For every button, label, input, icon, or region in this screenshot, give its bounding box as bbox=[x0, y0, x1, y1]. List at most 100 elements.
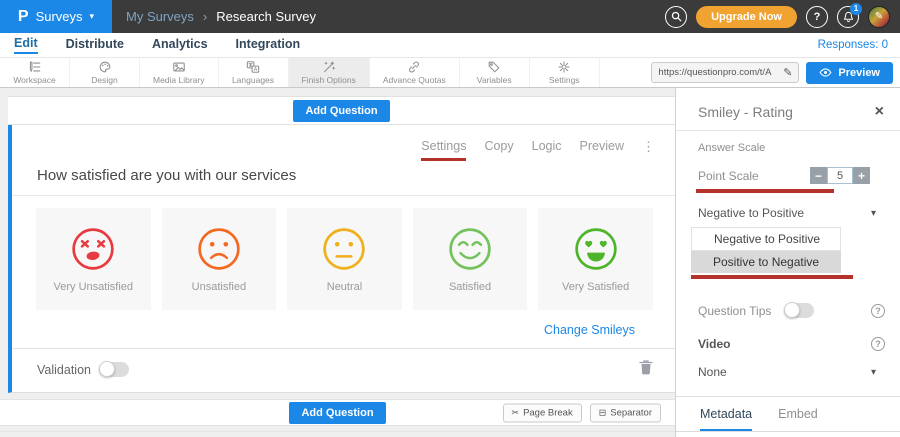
decrement-button[interactable]: − bbox=[810, 167, 827, 184]
question-tips-label: Question Tips bbox=[698, 304, 784, 318]
search-button[interactable] bbox=[665, 6, 687, 28]
add-question-strip-top: Add Question bbox=[8, 96, 675, 125]
page-break-button[interactable]: ✂ Page Break bbox=[503, 403, 582, 422]
question-more-menu-icon[interactable]: ⋮ bbox=[642, 139, 655, 155]
answer-scale-label: Answer Scale bbox=[698, 142, 878, 154]
question-card: Settings Copy Logic Preview ⋮ How satisf… bbox=[8, 125, 675, 393]
close-panel-icon[interactable]: × bbox=[875, 104, 884, 120]
question-tips-help-icon[interactable]: ? bbox=[871, 304, 885, 318]
add-question-button-bottom[interactable]: Add Question bbox=[289, 402, 385, 424]
question-settings-panel: Smiley - Rating × Answer Scale Point Sca… bbox=[675, 88, 900, 437]
add-question-strip-bottom: Add Question ✂ Page Break ⊟ Separator bbox=[0, 399, 675, 426]
breadcrumb-my-surveys[interactable]: My Surveys bbox=[126, 9, 194, 24]
smiley-option-very-unsatisfied[interactable]: Very Unsatisfied bbox=[36, 208, 151, 310]
validation-label: Validation bbox=[37, 363, 91, 377]
love-smiley-icon bbox=[573, 226, 619, 272]
survey-nav: Edit Distribute Analytics Integration Re… bbox=[0, 33, 900, 58]
smiley-option-very-satisfied[interactable]: Very Satisfied bbox=[538, 208, 653, 310]
smiley-option-satisfied[interactable]: Satisfied bbox=[413, 208, 528, 310]
smiley-scale: Very Unsatisfied Unsatisfied bbox=[36, 208, 653, 310]
video-select[interactable]: None ▾ bbox=[698, 365, 876, 379]
survey-editor-canvas: Add Question Settings Copy Logic Preview… bbox=[0, 88, 675, 437]
panel-title: Smiley - Rating bbox=[698, 104, 793, 120]
toolbar-advance-quotas[interactable]: Advance Quotas bbox=[370, 58, 460, 87]
translate-icon: A bbox=[246, 60, 260, 74]
breadcrumb-current-survey: Research Survey bbox=[216, 9, 316, 24]
delete-question-button[interactable] bbox=[639, 359, 653, 380]
direction-select-value: Negative to Positive bbox=[698, 206, 804, 220]
nav-tab-distribute[interactable]: Distribute bbox=[66, 37, 124, 53]
increment-button[interactable]: + bbox=[853, 167, 870, 184]
breadcrumb: My Surveys › Research Survey bbox=[126, 9, 316, 24]
question-tips-toggle[interactable] bbox=[784, 303, 814, 318]
question-tips-row: Question Tips ? bbox=[698, 303, 885, 318]
video-select-value: None bbox=[698, 365, 727, 379]
question-tab-preview[interactable]: Preview bbox=[580, 139, 624, 158]
magic-wand-icon bbox=[322, 60, 336, 74]
validation-row: Validation bbox=[12, 348, 675, 392]
nav-tab-analytics[interactable]: Analytics bbox=[152, 37, 208, 53]
smiley-option-neutral[interactable]: Neutral bbox=[287, 208, 402, 310]
survey-url-input[interactable] bbox=[658, 67, 779, 78]
validation-toggle[interactable] bbox=[99, 362, 129, 377]
question-tab-settings[interactable]: Settings bbox=[421, 139, 466, 161]
tag-icon bbox=[487, 60, 501, 74]
chevron-down-icon: ▾ bbox=[871, 208, 876, 219]
video-label: Video bbox=[698, 337, 730, 351]
page-break-icon: ✂ bbox=[512, 407, 520, 418]
chevron-down-icon: ▾ bbox=[871, 367, 876, 378]
surveys-product-menu[interactable]: P Surveys ▾ bbox=[0, 0, 112, 33]
sad-smiley-icon bbox=[196, 226, 242, 272]
upgrade-now-button[interactable]: Upgrade Now bbox=[696, 6, 797, 28]
toolbar-workspace[interactable]: Workspace bbox=[0, 58, 70, 87]
annotation-underline bbox=[691, 275, 853, 279]
toolbar-languages[interactable]: A Languages bbox=[219, 58, 289, 87]
chevron-down-icon: ▾ bbox=[90, 11, 95, 22]
chain-link-icon bbox=[407, 60, 421, 74]
question-tab-logic[interactable]: Logic bbox=[532, 139, 562, 158]
separator-icon: ⊟ bbox=[599, 407, 607, 418]
smiley-option-unsatisfied[interactable]: Unsatisfied bbox=[162, 208, 277, 310]
toolbar-media-library[interactable]: Media Library bbox=[140, 58, 219, 87]
direction-select[interactable]: Negative to Positive ▾ bbox=[698, 206, 876, 220]
direction-dropdown: Negative to Positive Positive to Negativ… bbox=[691, 227, 841, 273]
question-title[interactable]: How satisfied are you with our services bbox=[37, 167, 675, 184]
image-icon bbox=[172, 60, 186, 74]
workspace-icon bbox=[28, 60, 42, 74]
panel-tab-metadata[interactable]: Metadata bbox=[700, 407, 752, 431]
svg-text:A: A bbox=[254, 67, 258, 73]
change-smileys-link[interactable]: Change Smileys bbox=[544, 323, 635, 337]
help-button[interactable]: ? bbox=[806, 6, 828, 28]
responses-count[interactable]: Responses: 0 bbox=[818, 39, 888, 51]
user-avatar[interactable]: ✎ bbox=[868, 6, 890, 28]
dropdown-option-negative-to-positive[interactable]: Negative to Positive bbox=[691, 227, 841, 251]
toolbar-settings[interactable]: Settings bbox=[530, 58, 600, 87]
separator-button[interactable]: ⊟ Separator bbox=[590, 403, 661, 422]
panel-tab-embed[interactable]: Embed bbox=[778, 407, 818, 431]
top-bar: P Surveys ▾ My Surveys › Research Survey… bbox=[0, 0, 900, 33]
toolbar-finish-options[interactable]: Finish Options bbox=[289, 58, 370, 87]
palette-icon bbox=[98, 60, 112, 74]
add-question-button-top[interactable]: Add Question bbox=[293, 100, 389, 122]
eye-icon bbox=[819, 68, 832, 77]
search-icon bbox=[671, 11, 682, 22]
question-tab-copy[interactable]: Copy bbox=[484, 139, 513, 158]
survey-url-box: ✎ bbox=[651, 62, 799, 83]
point-scale-label: Point Scale bbox=[698, 169, 759, 183]
point-scale-row: Point Scale − 5 + bbox=[698, 167, 870, 184]
angry-smiley-icon bbox=[70, 226, 116, 272]
preview-button[interactable]: Preview bbox=[806, 62, 893, 84]
video-help-icon[interactable]: ? bbox=[871, 337, 885, 351]
toolbar-design[interactable]: Design bbox=[70, 58, 140, 87]
dropdown-option-positive-to-negative[interactable]: Positive to Negative bbox=[691, 251, 841, 273]
questionpro-logo: P bbox=[18, 9, 29, 25]
point-scale-stepper: − 5 + bbox=[810, 167, 870, 184]
nav-tab-integration[interactable]: Integration bbox=[236, 37, 301, 53]
panel-tabs: Metadata Embed bbox=[676, 397, 900, 432]
nav-tab-edit[interactable]: Edit bbox=[14, 36, 38, 54]
edit-url-icon[interactable]: ✎ bbox=[783, 66, 792, 79]
toolbar-variables[interactable]: Variables bbox=[460, 58, 530, 87]
notifications-button[interactable]: 1 bbox=[837, 6, 859, 28]
gear-icon bbox=[557, 60, 571, 74]
point-scale-value: 5 bbox=[827, 167, 853, 184]
